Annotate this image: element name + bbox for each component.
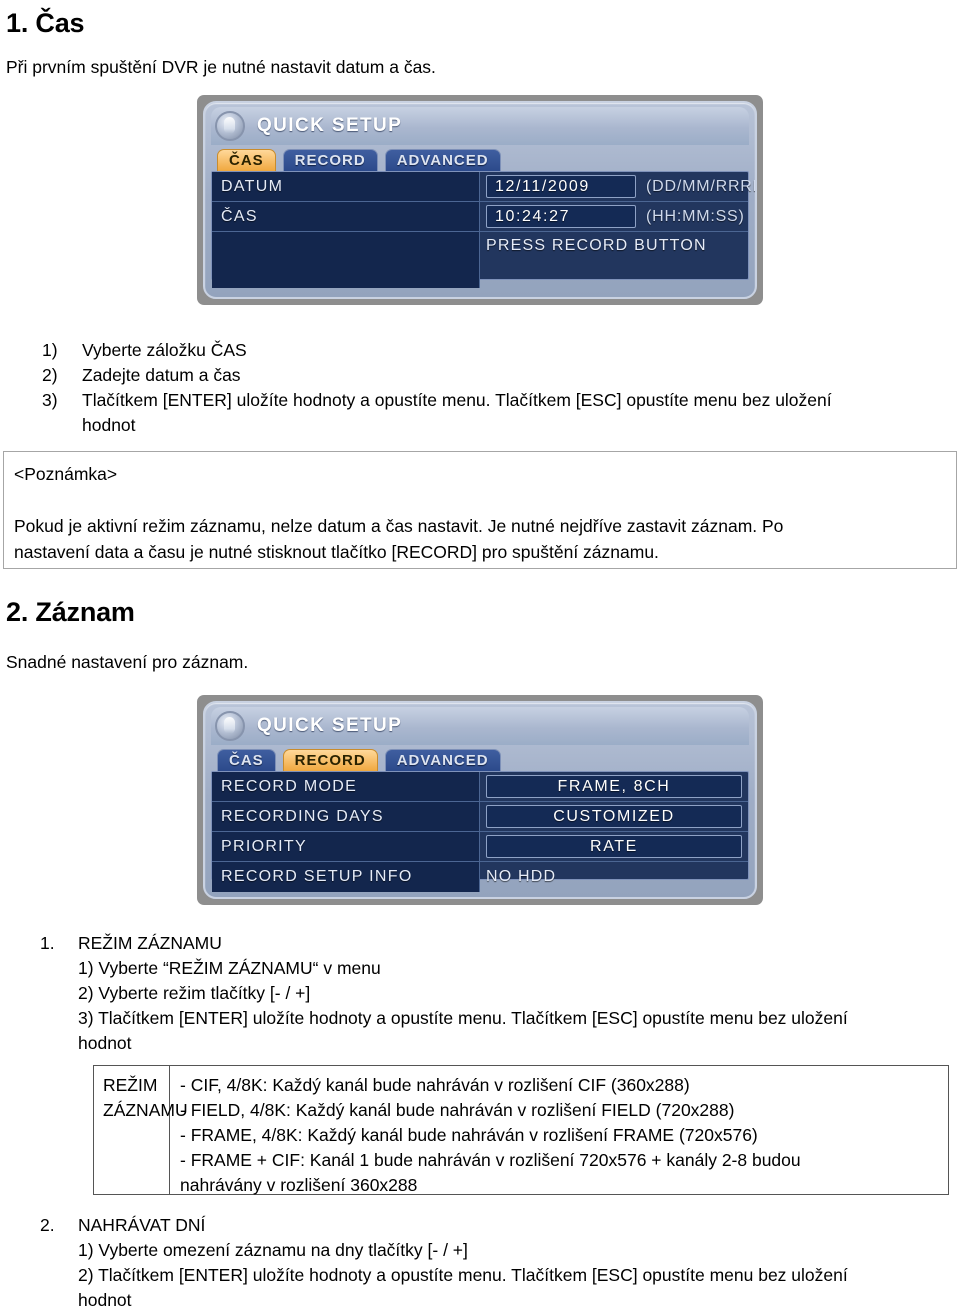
record-mode-step: 2) Vyberte režim tlačítky [- / +] [78,983,311,1003]
dvr-body-record: RECORD MODE FRAME, 8CH RECORDING DAYS CU… [211,771,749,892]
record-mode-title: REŽIM ZÁZNAMU [78,933,222,953]
recording-days-title: NAHRÁVAT DNÍ [78,1215,206,1235]
list-item: 2) Zadejte datum a čas [42,363,942,388]
dvr-label-priority: PRIORITY [212,832,480,861]
step-number: 1) [42,340,58,360]
tab-cas[interactable]: ČAS [217,749,276,771]
power-knob-icon [215,711,245,741]
section-2-heading: 2. Záznam [6,597,135,627]
table-row-body: - CIF, 4/8K: Každý kanál bude nahráván v… [170,1066,948,1195]
tab-advanced[interactable]: ADVANCED [384,749,501,771]
dvr-row-recording-days: RECORDING DAYS CUSTOMIZED [212,802,748,832]
time-steps-list: 1) Vyberte záložku ČAS 2) Zadejte datum … [42,338,942,438]
dvr-value-cell-record-mode: FRAME, 8CH [480,772,748,801]
table-row: - CIF, 4/8K: Každý kanál bude nahráván v… [180,1075,690,1095]
recording-days-section: 2. NAHRÁVAT DNÍ 1) Vyberte omezení zázna… [40,1213,950,1313]
dvr-label-datum: DATUM [212,172,480,201]
tab-advanced[interactable]: ADVANCED [384,149,501,171]
dvr-row-priority: PRIORITY RATE [212,832,748,862]
dvr-row-cas: ČAS 10:24:27 (HH:MM:SS) [212,202,748,232]
tab-record[interactable]: RECORD [282,149,378,171]
recording-days-step: 1) Vyberte omezení záznamu na dny tlačít… [78,1240,468,1260]
dvr-value-cell-priority: RATE [480,832,748,861]
dvr-title-bar-time: QUICK SETUP [211,107,749,145]
dvr-quick-setup-time-panel: QUICK SETUP ČAS RECORD ADVANCED DATUM 12… [197,95,763,305]
recording-days-heading: 2. NAHRÁVAT DNÍ [40,1213,950,1238]
step-text: hodnot [82,415,136,435]
dvr-screen-record: QUICK SETUP ČAS RECORD ADVANCED RECORD M… [203,701,757,899]
table-row: - FRAME, 4/8K: Každý kanál bude nahráván… [180,1125,758,1145]
datum-field[interactable]: 12/11/2009 [486,175,636,198]
note-line-1: Pokud je aktivní režim záznamu, nelze da… [14,516,784,536]
cas-format-hint: (HH:MM:SS) [646,207,745,225]
recording-days-number: 2. [40,1215,55,1235]
record-mode-description-table: REŽIM ZÁZNAMU - CIF, 4/8K: Každý kanál b… [93,1065,949,1195]
table-row: nahrávány v rozlišení 360x288 [180,1175,418,1195]
dvr-row-datum: DATUM 12/11/2009 (DD/MM/RRRR) [212,172,755,202]
dvr-value-cell-footer: PRESS RECORD BUTTON [480,232,748,288]
dvr-title-bar-record: QUICK SETUP [211,707,749,745]
section-1-heading: 1. Čas [6,8,85,38]
tab-cas[interactable]: ČAS [217,149,276,171]
note-line-2: nastavení data a času je nutné stisknout… [14,542,659,562]
record-mode-heading: 1. REŽIM ZÁZNAMU [40,931,950,956]
recording-days-field[interactable]: CUSTOMIZED [486,805,742,828]
note-box: <Poznámka> Pokud je aktivní režim záznam… [3,451,957,569]
dvr-row-record-setup-info: RECORD SETUP INFO NO HDD [212,862,748,892]
dvr-value-cell-record-setup-info: NO HDD [480,862,748,892]
dvr-quick-setup-record-panel: QUICK SETUP ČAS RECORD ADVANCED RECORD M… [197,695,763,905]
dvr-value-cell-recording-days: CUSTOMIZED [480,802,748,831]
table-row-label: REŽIM ZÁZNAMU [94,1066,188,1194]
note-title: <Poznámka> [14,464,118,484]
step-text: Zadejte datum a čas [82,365,241,385]
step-text: Tlačítkem [ENTER] uložíte hodnoty a opus… [82,390,832,410]
tab-record[interactable]: RECORD [282,749,378,771]
power-knob-icon [215,111,245,141]
section-1-intro: Při prvním spuštění DVR je nutné nastavi… [6,57,436,77]
step-text: Vyberte záložku ČAS [82,340,247,360]
list-item: hodnot [42,413,942,438]
dvr-title-text-record: QUICK SETUP [257,715,403,736]
dvr-row-footer-note: PRESS RECORD BUTTON [212,232,748,288]
dvr-label-empty [212,232,480,288]
record-mode-step: 3) Tlačítkem [ENTER] uložíte hodnoty a o… [78,1008,848,1028]
record-mode-field[interactable]: FRAME, 8CH [486,775,742,798]
dvr-label-record-mode: RECORD MODE [212,772,480,801]
table-label-line-2: ZÁZNAMU [103,1100,188,1120]
dvr-tabrow-time: ČAS RECORD ADVANCED [211,145,749,171]
dvr-label-recording-days: RECORDING DAYS [212,802,480,831]
list-item: 1) Vyberte záložku ČAS [42,338,942,363]
record-mode-number: 1. [40,933,55,953]
section-2-intro: Snadné nastavení pro záznam. [6,652,249,672]
dvr-screen-time: QUICK SETUP ČAS RECORD ADVANCED DATUM 12… [203,101,757,299]
priority-field[interactable]: RATE [486,835,742,858]
dvr-row-record-mode: RECORD MODE FRAME, 8CH [212,772,748,802]
recording-days-step: hodnot [78,1290,132,1310]
record-setup-info-value: NO HDD [486,868,557,885]
recording-days-step: 2) Tlačítkem [ENTER] uložíte hodnoty a o… [78,1265,848,1285]
dvr-value-cell-datum: 12/11/2009 (DD/MM/RRRR) [480,172,755,201]
dvr-value-cell-cas: 10:24:27 (HH:MM:SS) [480,202,751,231]
step-number: 3) [42,390,58,410]
record-mode-step: hodnot [78,1033,132,1053]
dvr-body-time: DATUM 12/11/2009 (DD/MM/RRRR) ČAS 10:24:… [211,171,755,288]
table-label-line-1: REŽIM [103,1075,158,1095]
table-row: - FRAME + CIF: Kanál 1 bude nahráván v r… [180,1150,801,1170]
list-item: 3) Tlačítkem [ENTER] uložíte hodnoty a o… [42,388,942,413]
dvr-title-text-time: QUICK SETUP [257,115,403,136]
dvr-label-record-setup-info: RECORD SETUP INFO [212,862,480,892]
table-row: - FIELD, 4/8K: Každý kanál bude nahráván… [180,1100,735,1120]
dvr-tabrow-record: ČAS RECORD ADVANCED [211,745,749,771]
press-record-note: PRESS RECORD BUTTON [486,237,707,254]
record-mode-section: 1. REŽIM ZÁZNAMU 1) Vyberte “REŽIM ZÁZNA… [40,931,950,1056]
datum-format-hint: (DD/MM/RRRR) [646,177,755,195]
cas-field[interactable]: 10:24:27 [486,205,636,228]
step-number: 2) [42,365,58,385]
dvr-label-cas: ČAS [212,202,480,231]
record-mode-step: 1) Vyberte “REŽIM ZÁZNAMU“ v menu [78,958,381,978]
